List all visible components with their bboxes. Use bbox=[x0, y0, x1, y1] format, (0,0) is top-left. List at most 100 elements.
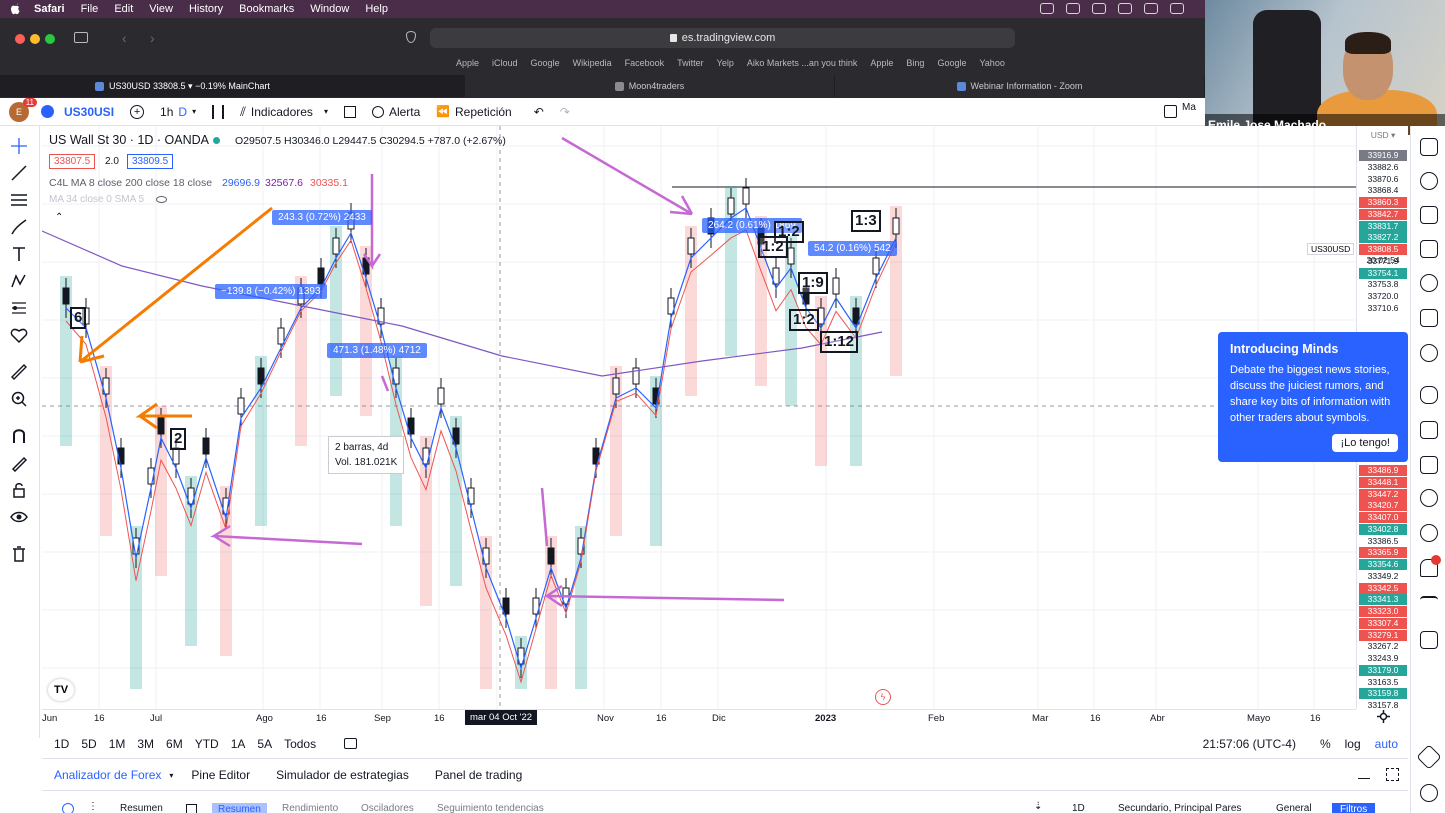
crosshair-icon[interactable] bbox=[10, 137, 28, 155]
favorite-link[interactable]: Aiko Markets ...an you think bbox=[747, 58, 858, 68]
menu-view[interactable]: View bbox=[149, 3, 173, 15]
wave-count-box[interactable]: 6 bbox=[70, 307, 87, 329]
status-icon[interactable] bbox=[1118, 3, 1132, 14]
ma-indicator-label[interactable]: C4L MA 8 close 200 close 18 close bbox=[49, 177, 212, 189]
range-all[interactable]: Todos bbox=[284, 737, 316, 751]
chart-symbol-title[interactable]: US Wall St 30 · 1D · OANDA bbox=[49, 133, 209, 147]
undo-button[interactable]: ↶ bbox=[534, 105, 544, 119]
chart-type-button[interactable] bbox=[212, 104, 225, 119]
menu-edit[interactable]: Edit bbox=[114, 3, 133, 15]
magnet-icon[interactable] bbox=[10, 427, 28, 445]
lock-icon[interactable] bbox=[10, 481, 28, 499]
tab-oscillators[interactable]: Osciladores bbox=[361, 803, 414, 813]
favorite-link[interactable]: Apple bbox=[456, 58, 479, 68]
status-icon[interactable] bbox=[1066, 3, 1080, 14]
pencil-lock-icon[interactable] bbox=[10, 454, 28, 472]
tab-pine-editor[interactable]: Pine Editor bbox=[191, 768, 250, 782]
menu-file[interactable]: File bbox=[81, 3, 99, 15]
favorite-link[interactable]: Wikipedia bbox=[573, 58, 612, 68]
minds-icon[interactable] bbox=[1420, 386, 1438, 404]
clock-display[interactable]: 21:57:06 (UTC-4) bbox=[1203, 737, 1296, 751]
ideas-icon[interactable] bbox=[1420, 274, 1438, 292]
trend-line-icon[interactable] bbox=[10, 164, 28, 182]
tab-forex-screener[interactable]: Analizador de Forex bbox=[54, 768, 161, 782]
range-1m[interactable]: 1M bbox=[109, 737, 126, 751]
ruler-icon[interactable] bbox=[10, 363, 28, 381]
currency-selector[interactable]: USD ▾ bbox=[1359, 130, 1407, 141]
pairs-dropdown[interactable]: Secundario, Principal Pares bbox=[1118, 803, 1241, 813]
filters-button[interactable]: Filtros bbox=[1332, 803, 1376, 813]
ratio-box[interactable]: 1:9 bbox=[798, 272, 828, 294]
menu-bookmarks[interactable]: Bookmarks bbox=[239, 3, 294, 15]
news-icon[interactable] bbox=[1420, 206, 1438, 224]
favorite-link[interactable]: Google bbox=[937, 58, 966, 68]
hidden-eye-icon[interactable] bbox=[156, 196, 167, 203]
sidebar-icon[interactable] bbox=[74, 32, 88, 43]
alerts-clock-icon[interactable] bbox=[1420, 172, 1438, 190]
download-icon[interactable]: ⇣ bbox=[1034, 801, 1042, 812]
menu-history[interactable]: History bbox=[189, 3, 223, 15]
trash-icon[interactable] bbox=[10, 545, 28, 563]
layers-icon[interactable] bbox=[1416, 744, 1442, 770]
layouts-button[interactable] bbox=[343, 105, 356, 118]
got-it-button[interactable]: ¡Lo tengo! bbox=[1332, 434, 1398, 452]
favorite-link[interactable]: Yahoo bbox=[979, 58, 1004, 68]
shield-icon[interactable] bbox=[406, 31, 416, 43]
data-window-icon[interactable] bbox=[1420, 309, 1438, 327]
alert-button[interactable]: Alerta bbox=[371, 105, 420, 119]
text-icon[interactable] bbox=[10, 245, 28, 263]
avatar[interactable]: E 11 bbox=[9, 97, 37, 122]
messages-icon[interactable] bbox=[1420, 456, 1438, 474]
time-axis[interactable]: Jun 16 Jul Ago 16 Sep 16 mar 04 Oct '22 … bbox=[42, 709, 1356, 729]
percent-scale-toggle[interactable]: % bbox=[1320, 737, 1331, 751]
back-icon[interactable]: ‹ bbox=[122, 30, 127, 46]
summary-dropdown[interactable]: Resumen bbox=[120, 803, 163, 813]
chat-icon[interactable] bbox=[1420, 421, 1438, 439]
range-ytd[interactable]: YTD bbox=[195, 737, 219, 751]
columns-icon[interactable] bbox=[186, 804, 197, 813]
apple-icon[interactable] bbox=[10, 3, 20, 15]
brush-icon[interactable] bbox=[10, 218, 28, 236]
candlestick-chart[interactable] bbox=[42, 126, 1356, 709]
favorite-link[interactable]: Google bbox=[531, 58, 560, 68]
range-1a[interactable]: 1A bbox=[231, 737, 246, 751]
favorite-link[interactable]: Yelp bbox=[717, 58, 734, 68]
ratio-box[interactable]: 1:2 bbox=[789, 309, 819, 331]
forward-icon[interactable]: › bbox=[150, 30, 155, 46]
range-6m[interactable]: 6M bbox=[166, 737, 183, 751]
goto-date-icon[interactable] bbox=[344, 738, 358, 749]
browser-tab-moon4traders[interactable]: Moon4traders bbox=[465, 75, 835, 97]
interval-button[interactable]: 1h D ▾ bbox=[160, 105, 196, 119]
menu-window[interactable]: Window bbox=[310, 3, 349, 15]
menu-app[interactable]: Safari bbox=[34, 3, 65, 15]
redo-button[interactable]: ↷ bbox=[560, 105, 570, 119]
measure-label[interactable]: 471.3 (1.48%) 4712 bbox=[327, 343, 427, 358]
status-icon[interactable] bbox=[1092, 3, 1106, 14]
replay-button[interactable]: ⏪ Repetición bbox=[436, 105, 511, 119]
ratio-box[interactable]: 1:3 bbox=[851, 210, 881, 232]
prediction-icon[interactable] bbox=[10, 299, 28, 317]
bid-price-box[interactable]: 33807.5 bbox=[49, 154, 96, 169]
range-5d[interactable]: 5D bbox=[81, 737, 96, 751]
minimize-panel-icon[interactable] bbox=[1358, 778, 1370, 779]
ma2-indicator-label[interactable]: MA 34 close 0 SMA 5 bbox=[49, 194, 144, 205]
zoom-window-button[interactable] bbox=[45, 34, 55, 44]
more-icon[interactable]: ⋮ bbox=[88, 801, 98, 812]
settings-gear-icon[interactable] bbox=[1377, 710, 1390, 723]
lightning-icon[interactable]: ϟ bbox=[875, 689, 891, 705]
log-scale-toggle[interactable]: log bbox=[1345, 737, 1361, 751]
favorite-link[interactable]: iCloud bbox=[492, 58, 518, 68]
browser-tab-tradingview[interactable]: US30USD 33808.5 ▾ −0.19% MainChart bbox=[0, 75, 465, 97]
collapse-legend-icon[interactable]: ⌃ bbox=[55, 212, 63, 223]
fullscreen-toggle[interactable]: Ma bbox=[1164, 102, 1196, 118]
refresh-icon[interactable] bbox=[62, 803, 74, 813]
maximize-panel-icon[interactable] bbox=[1386, 768, 1399, 781]
tab-trading-panel[interactable]: Panel de trading bbox=[435, 768, 522, 782]
general-dropdown[interactable]: General bbox=[1276, 803, 1312, 813]
wave-count-box[interactable]: 2 bbox=[170, 428, 187, 450]
favorite-link[interactable]: Apple bbox=[870, 58, 893, 68]
tab-summary[interactable]: Resumen bbox=[212, 803, 267, 813]
auto-scale-toggle[interactable]: auto bbox=[1375, 737, 1398, 751]
heart-icon[interactable] bbox=[10, 326, 28, 344]
trend-icon[interactable] bbox=[1420, 596, 1438, 614]
